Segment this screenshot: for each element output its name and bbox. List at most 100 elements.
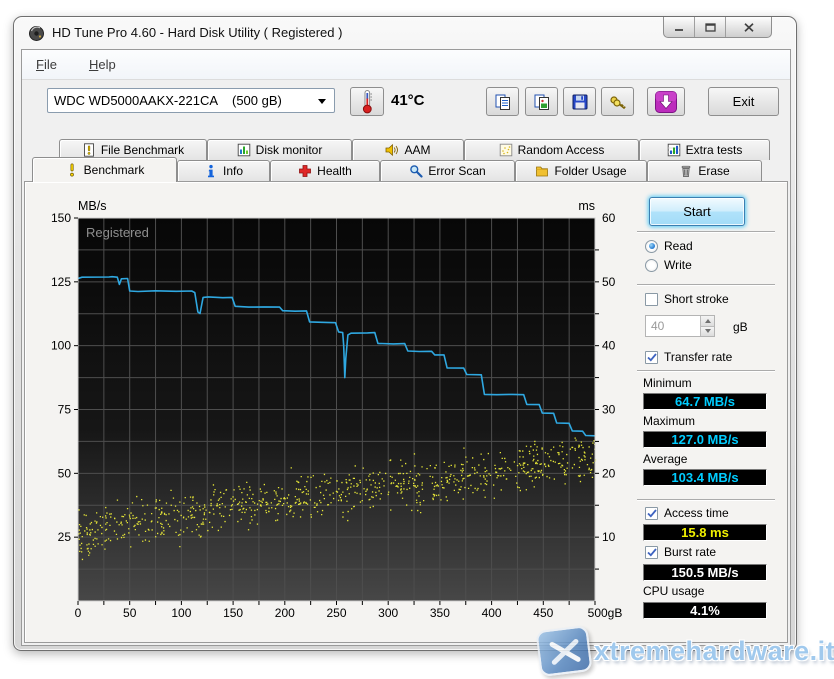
file-benchmark-icon xyxy=(83,143,94,157)
svg-text:Registered: Registered xyxy=(86,225,149,240)
transfer-rate-checkbox[interactable] xyxy=(645,350,658,364)
cpu-usage-label: CPU usage xyxy=(643,584,705,598)
access-time-value: 15.8 ms xyxy=(643,524,767,541)
svg-text:125: 125 xyxy=(51,275,71,289)
svg-text:300: 300 xyxy=(378,606,398,620)
tab-folder-usage[interactable]: Folder Usage xyxy=(515,160,647,181)
svg-text:20: 20 xyxy=(602,466,616,480)
save-button[interactable] xyxy=(563,87,596,116)
trash-icon xyxy=(681,165,691,177)
tab-aam[interactable]: AAM xyxy=(352,139,464,160)
separator xyxy=(637,284,775,286)
minimum-value: 64.7 MB/s xyxy=(643,393,767,410)
write-radio[interactable] xyxy=(645,258,658,272)
svg-text:150: 150 xyxy=(223,606,243,620)
tab-erase[interactable]: Erase xyxy=(647,160,762,181)
start-button[interactable]: Start xyxy=(649,197,745,226)
drive-selector[interactable]: WDC WD5000AAKX-221CA (500 gB) xyxy=(47,88,335,113)
short-stroke-unit: gB xyxy=(733,320,748,334)
tab-benchmark[interactable]: Benchmark xyxy=(32,157,177,182)
tab-health[interactable]: Health xyxy=(270,160,380,181)
download-button[interactable] xyxy=(647,87,685,116)
exit-button[interactable]: Exit xyxy=(708,87,779,116)
svg-text:350: 350 xyxy=(430,606,450,620)
svg-text:0: 0 xyxy=(75,606,82,620)
health-cross-icon xyxy=(299,165,312,177)
maximum-label: Maximum xyxy=(643,414,696,428)
svg-text:30: 30 xyxy=(602,403,616,417)
serial-keys-icon xyxy=(610,95,626,109)
copy-image-icon xyxy=(534,94,549,110)
maximize-button[interactable] xyxy=(695,17,726,37)
access-time-row[interactable]: Access time xyxy=(645,506,729,520)
svg-text:40: 40 xyxy=(602,339,616,353)
registration-button[interactable] xyxy=(601,87,634,116)
svg-text:100: 100 xyxy=(51,339,71,353)
copy-text-icon xyxy=(495,94,510,110)
speaker-icon xyxy=(386,143,399,157)
separator xyxy=(637,231,775,233)
svg-text:25: 25 xyxy=(58,530,72,544)
short-stroke-spinner[interactable]: 40 xyxy=(645,315,715,337)
burst-rate-value: 150.5 MB/s xyxy=(643,564,767,581)
app-window: HD Tune Pro 4.60 - Hard Disk Utility ( R… xyxy=(13,16,797,651)
tab-disk-monitor[interactable]: Disk monitor xyxy=(207,139,352,160)
menu-file[interactable]: File xyxy=(32,55,61,74)
spinner-up-button[interactable] xyxy=(700,316,714,327)
random-access-icon xyxy=(499,143,512,157)
svg-text:50: 50 xyxy=(58,466,72,480)
minimum-label: Minimum xyxy=(643,376,692,390)
save-icon xyxy=(572,94,587,109)
tab-error-scan[interactable]: Error Scan xyxy=(380,160,515,181)
transfer-rate-row[interactable]: Transfer rate xyxy=(645,350,732,364)
svg-text:MB/s: MB/s xyxy=(78,199,106,213)
svg-text:250: 250 xyxy=(326,606,346,620)
separator xyxy=(637,370,775,372)
screen: HD Tune Pro 4.60 - Hard Disk Utility ( R… xyxy=(0,0,834,679)
maximum-value: 127.0 MB/s xyxy=(643,431,767,448)
copy-image-button[interactable] xyxy=(525,87,558,116)
menu-help[interactable]: Help xyxy=(85,55,120,74)
extra-tests-icon xyxy=(667,143,680,157)
svg-text:10: 10 xyxy=(602,530,616,544)
short-stroke-value: 40 xyxy=(651,319,665,333)
svg-text:75: 75 xyxy=(58,403,72,417)
svg-text:200: 200 xyxy=(275,606,295,620)
svg-text:500gB: 500gB xyxy=(588,606,623,620)
hard-disk-icon xyxy=(29,26,44,41)
burst-rate-checkbox[interactable] xyxy=(645,545,658,559)
spinner-down-button[interactable] xyxy=(700,326,714,336)
tab-random-access[interactable]: Random Access xyxy=(464,139,639,160)
minimize-button[interactable] xyxy=(664,17,695,37)
short-stroke-row[interactable]: Short stroke xyxy=(645,292,729,306)
svg-text:ms: ms xyxy=(578,199,595,213)
temperature-value: 41°C xyxy=(391,92,425,109)
download-icon xyxy=(655,90,677,113)
access-time-checkbox[interactable] xyxy=(645,506,658,520)
copy-text-button[interactable] xyxy=(486,87,519,116)
svg-text:50: 50 xyxy=(602,275,616,289)
window-controls xyxy=(663,17,772,38)
svg-text:450: 450 xyxy=(533,606,553,620)
tab-extra-tests[interactable]: Extra tests xyxy=(639,139,770,160)
tab-info[interactable]: Info xyxy=(177,160,270,181)
chevron-down-icon xyxy=(318,99,326,104)
temperature-button[interactable] xyxy=(350,87,384,116)
read-radio[interactable] xyxy=(645,239,658,253)
short-stroke-checkbox[interactable] xyxy=(645,292,658,306)
svg-text:400: 400 xyxy=(482,606,502,620)
write-radio-row[interactable]: Write xyxy=(645,258,692,272)
read-radio-row[interactable]: Read xyxy=(645,239,693,253)
cpu-usage-value: 4.1% xyxy=(643,602,767,619)
close-button[interactable] xyxy=(726,17,771,37)
benchmark-chart: RegisteredMB/s ms150125100755025605040302… xyxy=(51,199,623,620)
average-label: Average xyxy=(643,452,688,466)
thermometer-icon xyxy=(362,90,372,114)
menu-bar: File Help xyxy=(22,50,790,80)
burst-rate-row[interactable]: Burst rate xyxy=(645,545,716,559)
separator xyxy=(637,499,775,501)
info-icon xyxy=(207,164,214,178)
title-bar[interactable]: HD Tune Pro 4.60 - Hard Disk Utility ( R… xyxy=(14,17,796,49)
svg-text:60: 60 xyxy=(602,211,616,225)
client-area: File Help WDC WD5000AAKX-221CA (500 gB) … xyxy=(21,49,791,646)
